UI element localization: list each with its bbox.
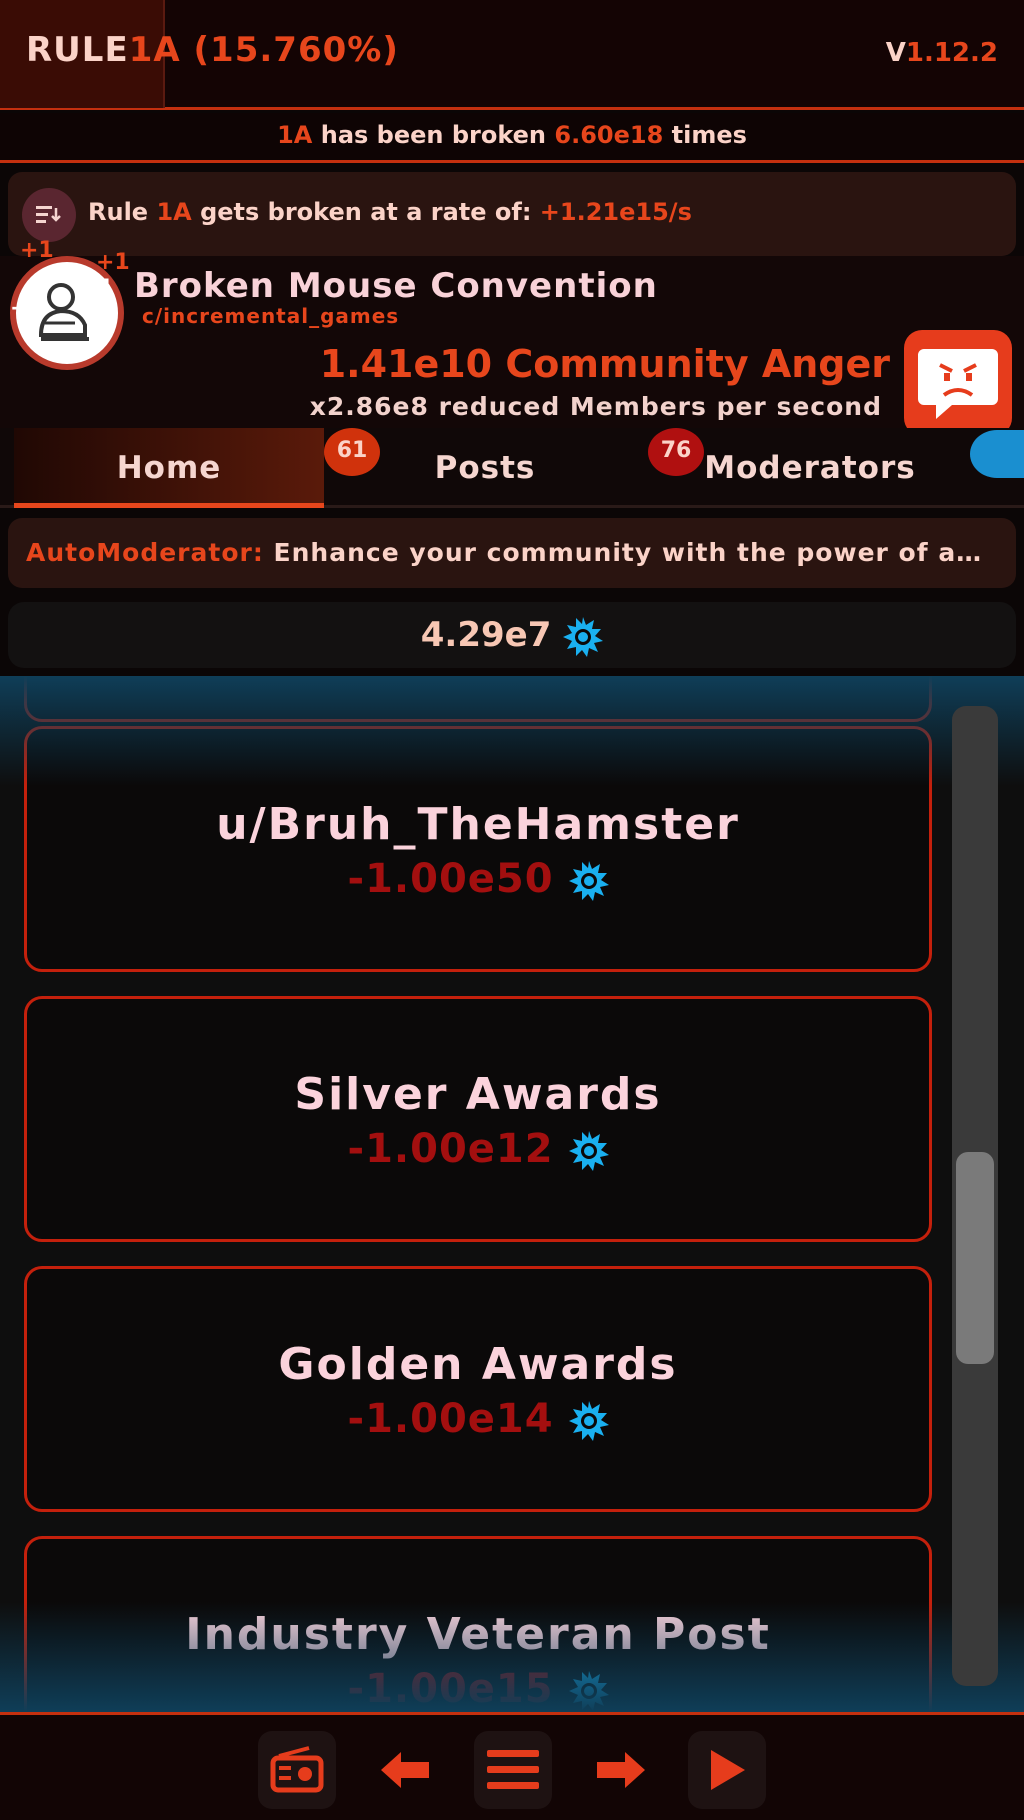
upgrade-title: u/Bruh_TheHamster	[216, 799, 740, 850]
upgrade-title: Silver Awards	[294, 1069, 662, 1120]
rate-mid: gets broken at a rate of:	[200, 198, 532, 226]
blue-gear-icon	[568, 1131, 609, 1171]
rule-title: RULE1A (15.760%)	[26, 30, 399, 70]
rate-code: 1A	[156, 198, 192, 226]
community-anger: 1.41e10 Community Anger	[319, 342, 890, 386]
upgrade-cost: -1.00e15	[27, 1666, 929, 1712]
rate-prefix: Rule	[88, 198, 149, 226]
sort-list-icon[interactable]	[22, 188, 76, 242]
plus-one-popup: +1	[10, 296, 44, 321]
upgrade-cost-value: -1.00e12	[347, 1126, 554, 1172]
upgrade-cost-value: -1.00e15	[347, 1666, 554, 1712]
broken-counter: 1A has been broken 6.60e18 times	[0, 113, 1024, 163]
rate-bar: Rule 1A gets broken at a rate of: +1.21e…	[8, 172, 1016, 256]
community-name: Broken Mouse Convention	[134, 266, 658, 306]
automoderator-banner[interactable]: AutoModerator: Enhance your community wi…	[8, 518, 1016, 588]
broken-text: has been broken	[320, 121, 547, 149]
rate-text: Rule 1A gets broken at a rate of: +1.21e…	[88, 198, 692, 226]
upgrade-list[interactable]: u/Bruh_TheHamster -1.00e50 Silver Awards…	[0, 676, 1024, 1712]
moderators-badge: 76	[648, 428, 704, 476]
blue-gear-icon	[563, 616, 604, 657]
scrollbar-thumb[interactable]	[956, 1152, 994, 1364]
anger-effect: x2.86e8 reduced Members per second	[309, 392, 882, 421]
rate-value: +1.21e15/s	[539, 198, 692, 226]
upgrade-cost: -1.00e14	[27, 1396, 929, 1442]
tab-bar: Home Posts Moderators	[0, 428, 1024, 508]
plus-one-popup: +1	[80, 276, 114, 301]
upgrade-card[interactable]: u/Bruh_TheHamster -1.00e50	[24, 726, 932, 972]
play-icon	[711, 1750, 745, 1790]
forward-button[interactable]	[582, 1731, 660, 1809]
menu-icon	[487, 1750, 539, 1789]
rule-percent: (15.760%)	[193, 30, 399, 70]
version-label: V1.12.2	[886, 38, 998, 68]
extra-tab-badge[interactable]	[970, 430, 1024, 478]
version-number: 1.12.2	[905, 38, 998, 68]
version-v: V	[885, 38, 906, 68]
currency-display: 4.29e7	[8, 602, 1016, 668]
upgrade-cost-value: -1.00e50	[347, 856, 554, 902]
upgrade-cost: -1.00e12	[27, 1126, 929, 1172]
blue-gear-icon	[568, 861, 609, 901]
upgrade-title: Golden Awards	[278, 1339, 678, 1390]
blue-gear-icon	[568, 1671, 609, 1711]
broken-count: 6.60e18	[554, 121, 664, 149]
arrow-right-icon	[597, 1752, 645, 1788]
currency-amount: 4.29e7	[420, 615, 552, 655]
upgrade-card[interactable]: Industry Veteran Post -1.00e15	[24, 1536, 932, 1712]
automod-label: AutoModerator:	[26, 538, 264, 567]
rule-code: 1A	[128, 30, 181, 70]
upgrade-card-previous[interactable]	[24, 676, 932, 722]
back-button[interactable]	[366, 1731, 444, 1809]
play-button[interactable]	[688, 1731, 766, 1809]
upgrade-card[interactable]: Golden Awards -1.00e14	[24, 1266, 932, 1512]
automod-text: Enhance your community with the power of…	[273, 538, 983, 567]
blue-gear-icon	[568, 1401, 609, 1441]
menu-button[interactable]	[474, 1731, 552, 1809]
upgrade-title: Industry Veteran Post	[185, 1609, 771, 1660]
top-bar: RULE1A (15.760%) V1.12.2	[0, 0, 1024, 110]
posts-badge: 61	[324, 428, 380, 476]
plus-one-popup: +1	[96, 250, 130, 275]
bottom-nav	[0, 1712, 1024, 1820]
upgrade-card[interactable]: Silver Awards -1.00e12	[24, 996, 932, 1242]
plus-one-popup: +1	[20, 238, 54, 263]
broken-code: 1A	[277, 121, 313, 149]
community-subreddit: c/incremental_games	[142, 304, 400, 328]
rule-word: RULE	[26, 30, 129, 70]
arrow-left-icon	[381, 1752, 429, 1788]
tab-home[interactable]: Home	[14, 428, 324, 508]
radio-icon	[270, 1746, 324, 1793]
scrollbar-track[interactable]	[952, 706, 998, 1686]
upgrade-cost-value: -1.00e14	[347, 1396, 554, 1442]
broken-tail: times	[671, 121, 747, 149]
angry-face-icon[interactable]	[904, 330, 1012, 436]
radio-button[interactable]	[258, 1731, 336, 1809]
upgrade-cost: -1.00e50	[27, 856, 929, 902]
